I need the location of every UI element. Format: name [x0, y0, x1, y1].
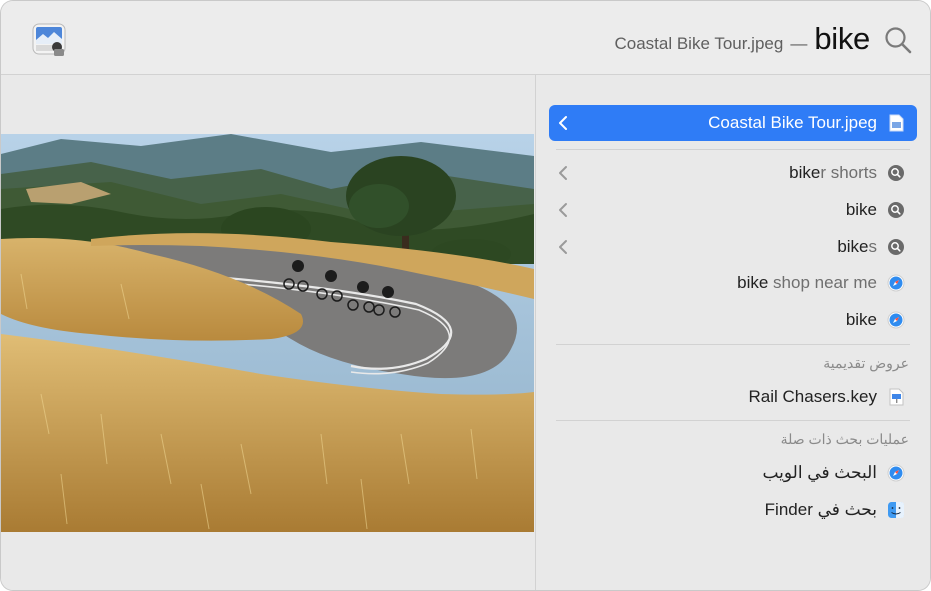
- suggestion-completion: s: [868, 237, 878, 256]
- search-suggestion-icon: [888, 239, 904, 255]
- suggestion-item[interactable]: bike: [549, 302, 917, 338]
- result-top-hit[interactable]: Coastal Bike Tour.jpeg: [549, 105, 917, 141]
- suggestion-item[interactable]: bike: [549, 192, 917, 228]
- search-query-text[interactable]: bike: [814, 21, 870, 57]
- jpeg-document-icon: [889, 114, 904, 132]
- magnifying-glass-icon[interactable]: [884, 26, 912, 54]
- safari-icon: [887, 311, 905, 329]
- search-suggestion-icon: [888, 165, 904, 181]
- related-search-web[interactable]: البحث في الويب: [549, 455, 917, 491]
- coastal-bike-tour-photo: [1, 134, 534, 532]
- results-list: Coastal Bike Tour.jpeg biker shorts bike…: [536, 75, 930, 590]
- chevron-left-icon[interactable]: [558, 115, 568, 131]
- related-search-finder[interactable]: بحث في Finder: [549, 492, 917, 528]
- related-label: بحث في Finder: [764, 500, 877, 519]
- spotlight-window: Coastal Bike Tour.jpeg — bike Coastal Bi…: [1, 1, 930, 590]
- keynote-file-icon: [889, 388, 904, 406]
- suggestion-completion: shop near me: [768, 273, 877, 292]
- suggestion-typed: bike: [845, 310, 877, 329]
- preview-pane: [1, 75, 536, 590]
- section-title-presentations: عروض تقديمية: [823, 355, 909, 371]
- result-item-keynote[interactable]: Rail Chasers.key: [549, 379, 917, 415]
- separator-dash: —: [790, 34, 808, 53]
- suggestion-item[interactable]: bike shop near me: [549, 265, 917, 301]
- chevron-left-icon[interactable]: [558, 239, 568, 255]
- safari-icon: [887, 464, 905, 482]
- chevron-left-icon[interactable]: [558, 165, 568, 181]
- related-label: البحث في الويب: [762, 463, 877, 482]
- section-title-related-searches: عمليات بحث ذات صلة: [780, 431, 909, 447]
- divider: [556, 149, 910, 150]
- suggestion-typed: bike: [845, 200, 877, 219]
- suggestion-typed: bike: [789, 163, 821, 182]
- search-suggestion-icon: [888, 202, 904, 218]
- suggestion-completion: r shorts: [820, 163, 877, 182]
- divider: [556, 420, 910, 421]
- suggestion-typed: bike: [837, 237, 869, 256]
- suggestion-item[interactable]: biker shorts: [549, 155, 917, 191]
- selected-result-title: Coastal Bike Tour.jpeg: [614, 34, 784, 53]
- search-bar[interactable]: Coastal Bike Tour.jpeg — bike: [1, 1, 930, 75]
- divider: [556, 344, 910, 345]
- result-label: Rail Chasers.key: [748, 387, 878, 406]
- top-hit-label: Coastal Bike Tour.jpeg: [708, 113, 877, 132]
- safari-icon: [887, 274, 905, 292]
- finder-icon: [888, 502, 904, 518]
- suggestion-typed: bike: [737, 273, 769, 292]
- search-field[interactable]: Coastal Bike Tour.jpeg — bike: [614, 21, 870, 61]
- chevron-left-icon[interactable]: [558, 202, 568, 218]
- preview-app-icon: [32, 23, 66, 56]
- suggestion-item[interactable]: bikes: [549, 229, 917, 265]
